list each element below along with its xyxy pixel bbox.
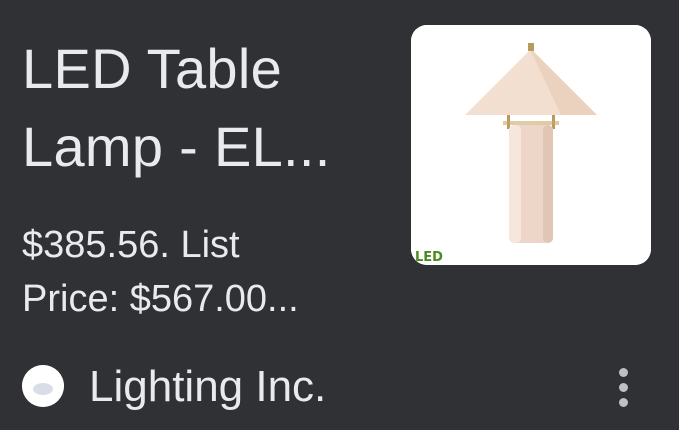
product-title[interactable]: LED Table Lamp - EL... <box>22 30 392 186</box>
source-name[interactable]: Lighting Inc. <box>89 360 326 414</box>
table-lamp-image: LED <box>411 25 651 265</box>
product-price: $385.56. List Price: $567.00... <box>22 218 392 326</box>
more-vert-icon[interactable] <box>614 366 634 410</box>
source-row[interactable]: Lighting Inc. <box>22 360 662 414</box>
product-title-line-1[interactable]: LED Table <box>22 30 392 108</box>
more-dot <box>619 383 628 392</box>
product-title-line-2[interactable]: Lamp - EL... <box>22 108 392 186</box>
source-favicon-icon <box>22 365 64 407</box>
price-line-1: $385.56. List <box>22 224 240 266</box>
more-dot <box>619 398 628 407</box>
price-line-2: Price: $567.00... <box>22 278 299 320</box>
shopping-result-card[interactable]: LED Table Lamp - EL... $385.56. List Pri… <box>0 0 679 430</box>
svg-text:LED: LED <box>415 250 443 265</box>
product-thumbnail[interactable]: LED <box>411 25 651 265</box>
led-badge: LED <box>415 250 443 265</box>
more-dot <box>619 368 628 377</box>
